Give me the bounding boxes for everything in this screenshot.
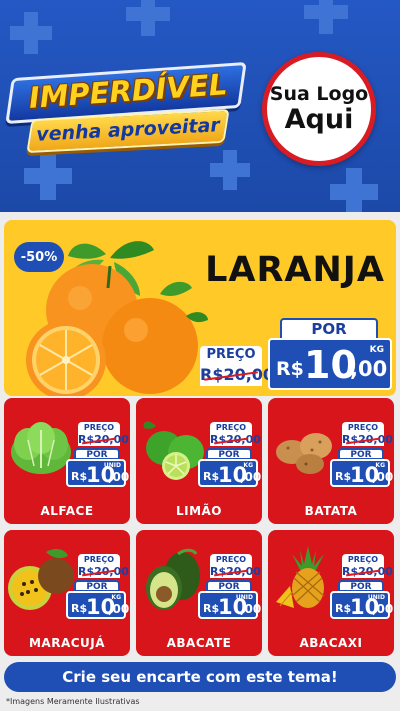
product-name: MARACUJÁ <box>28 636 106 650</box>
original-price: R$20,00 <box>78 433 129 446</box>
price-unit: UNID <box>367 594 385 601</box>
sale-price: R$ 10 ,00 KG <box>66 591 130 619</box>
price-unit: KG <box>111 594 121 601</box>
currency-symbol: R$ <box>335 602 352 615</box>
plus-decoration-icon <box>330 168 378 212</box>
product-name: BATATA <box>304 504 358 518</box>
plus-decoration-icon <box>304 0 348 34</box>
sale-price-decimal: ,00 <box>108 470 130 484</box>
currency-symbol: R$ <box>71 470 88 483</box>
product-card[interactable]: PREÇO R$20,00 POR R$ 10 ,00 UNID ABACAXI <box>268 530 394 656</box>
original-price-label: PREÇO <box>210 554 252 565</box>
plus-decoration-icon <box>126 0 170 36</box>
price-unit: KG <box>243 462 253 469</box>
plus-decoration-icon <box>10 12 52 54</box>
sale-price-integer: 10 <box>304 343 357 387</box>
sale-price: R$ 10 ,00 UNID <box>330 591 394 619</box>
price-unit: KG <box>369 345 384 355</box>
create-flyer-banner[interactable]: Crie seu encarte com este tema! <box>4 662 396 692</box>
sale-price-decimal: ,00 <box>350 357 388 381</box>
header: IMPERDÍVEL venha aproveitar Sua Logo Aqu… <box>0 0 400 212</box>
original-price-label: PREÇO <box>210 422 252 433</box>
original-price: R$20,00 <box>342 565 393 578</box>
currency-symbol: R$ <box>203 470 220 483</box>
original-price: R$20,00 <box>210 433 261 446</box>
original-price: R$20,00 <box>210 565 261 578</box>
original-price-label: PREÇO <box>78 422 120 433</box>
product-card[interactable]: PREÇO R$20,00 POR R$ 10 ,00 KG BATATA <box>268 398 394 524</box>
featured-product-name: LARANJA <box>205 250 385 290</box>
product-name: ABACATE <box>166 636 232 650</box>
price-unit: UNID <box>235 594 253 601</box>
product-card[interactable]: PREÇO R$20,00 POR R$ 10 ,00 KG MARACUJÁ <box>4 530 130 656</box>
logo-line-1: Sua Logo <box>269 83 369 105</box>
original-price: R$20,00 <box>342 433 393 446</box>
original-price-label: PREÇO <box>342 422 384 433</box>
sale-price: R$ 10 ,00 KG <box>198 459 262 487</box>
product-name: LIMÃO <box>175 504 223 518</box>
sale-price-decimal: ,00 <box>108 602 130 616</box>
promo-badge: IMPERDÍVEL venha aproveitar <box>5 61 247 154</box>
original-price: R$20,00 <box>200 364 274 386</box>
sale-price-decimal: ,00 <box>372 470 394 484</box>
original-price: R$20,00 <box>78 565 129 578</box>
featured-offer-card[interactable]: -50% LARANJA PREÇO R$20,00 POR R$ 10 ,00… <box>4 220 396 396</box>
product-card[interactable]: PREÇO R$20,00 POR R$ 10 ,00 KG LIMÃO <box>136 398 262 524</box>
sale-price-decimal: ,00 <box>240 602 262 616</box>
sale-price-decimal: ,00 <box>372 602 394 616</box>
product-name: ABACAXI <box>299 636 363 650</box>
currency-symbol: R$ <box>276 358 304 380</box>
product-card[interactable]: PREÇO R$20,00 POR R$ 10 ,00 UNID ABACATE <box>136 530 262 656</box>
sale-price: R$ 10 ,00 KG <box>268 338 392 390</box>
original-price-label: PREÇO <box>200 346 262 364</box>
price-unit: UNID <box>103 462 121 469</box>
original-price-label: PREÇO <box>342 554 384 565</box>
discount-badge: -50% <box>14 242 64 272</box>
sale-price-decimal: ,00 <box>240 470 262 484</box>
currency-symbol: R$ <box>203 602 220 615</box>
logo-line-2: Aqui <box>284 104 354 135</box>
plus-decoration-icon <box>210 150 250 190</box>
disclaimer-text: *Imagens Meramente Ilustrativas <box>6 697 140 706</box>
currency-symbol: R$ <box>335 470 352 483</box>
price-unit: KG <box>375 462 385 469</box>
sale-price: R$ 10 ,00 UNID <box>66 459 130 487</box>
sale-price: R$ 10 ,00 KG <box>330 459 394 487</box>
original-price-label: PREÇO <box>78 554 120 565</box>
sale-price-label: POR <box>280 318 378 340</box>
currency-symbol: R$ <box>71 602 88 615</box>
store-logo-placeholder[interactable]: Sua Logo Aqui <box>262 52 376 166</box>
offers-area: -50% LARANJA PREÇO R$20,00 POR R$ 10 ,00… <box>0 212 400 711</box>
product-name: ALFACE <box>40 504 94 518</box>
sale-price: R$ 10 ,00 UNID <box>198 591 262 619</box>
plus-decoration-icon <box>24 152 72 200</box>
product-card[interactable]: PREÇO R$20,00 POR R$ 10 ,00 UNID ALFACE <box>4 398 130 524</box>
